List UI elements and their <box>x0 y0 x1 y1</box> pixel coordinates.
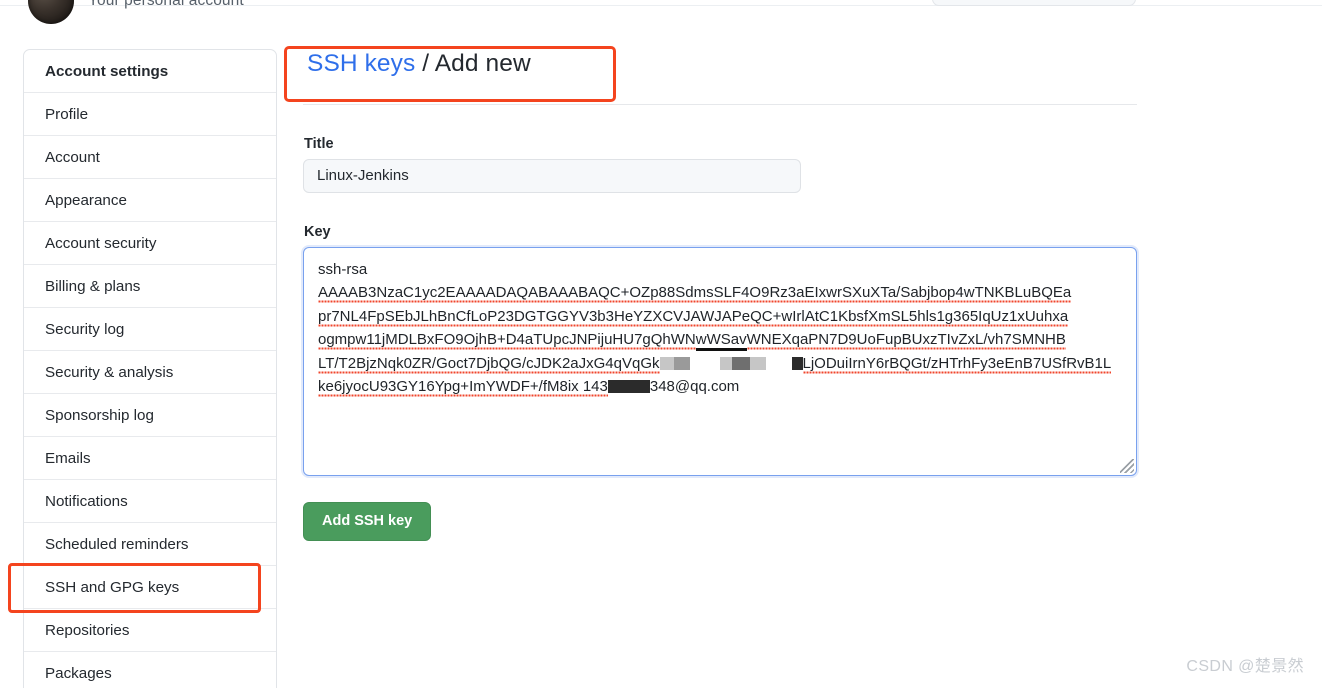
sidebar-item-label: Packages <box>45 665 112 682</box>
resize-handle-icon[interactable] <box>1120 458 1134 473</box>
sidebar-item-packages[interactable]: Packages <box>24 652 276 688</box>
sidebar-item-account-settings: Account settings <box>24 50 276 93</box>
sidebar-item-label: Appearance <box>45 191 127 209</box>
user-avatar[interactable] <box>28 0 74 24</box>
add-ssh-key-button[interactable]: Add SSH key <box>303 501 432 541</box>
sidebar-item-billing-plans[interactable]: Billing & plans <box>24 265 276 308</box>
sidebar-item-label: Notifications <box>45 492 128 510</box>
title-divider <box>303 103 1137 105</box>
redaction-block <box>731 356 750 370</box>
sidebar-item-ssh-and-gpg-keys[interactable]: SSH and GPG keys <box>24 566 276 609</box>
account-header: Your personal account <box>0 0 244 24</box>
key-line-1: ssh-rsa <box>318 258 1132 282</box>
sidebar-item-account-security[interactable]: Account security <box>24 222 276 265</box>
sidebar-item-appearance[interactable]: Appearance <box>24 179 276 222</box>
redaction-block <box>659 356 674 370</box>
page-title: SSH keys / Add new <box>303 44 1138 77</box>
sidebar-item-sponsorship-log[interactable]: Sponsorship log <box>24 394 276 437</box>
key-text-segment: AAAAB3NzaC1yc2EAAAADAQABAAABAQC+OZp88Sdm… <box>318 284 1072 304</box>
settings-sidebar: Account settings Profile Account Appeara… <box>23 49 277 688</box>
sidebar-item-label: Sponsorship log <box>45 406 154 424</box>
key-text-segment: pr7NL4FpSEbJLhBnCfLoP23DGTGGYV3b3HeYZXCV… <box>318 307 1069 327</box>
sidebar-item-scheduled-reminders[interactable]: Scheduled reminders <box>24 523 276 566</box>
redaction-block <box>673 356 690 370</box>
sidebar-item-label: Profile <box>45 105 89 123</box>
page-root: Your personal account Account settings P… <box>0 0 1322 688</box>
sidebar-item-security-analysis[interactable]: Security & analysis <box>24 351 276 394</box>
sidebar-item-label: Security log <box>45 320 125 338</box>
redaction-block <box>719 356 732 370</box>
sidebar-item-repositories[interactable]: Repositories <box>24 609 276 652</box>
key-field-label: Key <box>304 223 331 240</box>
sidebar-item-label: Repositories <box>45 621 130 639</box>
key-text-segment: LjODuiIrnY6rBQGt/zHTrhFy3eEnB7USfRvB1L <box>802 354 1112 374</box>
sidebar-item-label: Billing & plans <box>45 277 141 295</box>
title-field-label: Title <box>304 135 334 152</box>
key-text-segment: ke6jyocU93GY16Ypg+ImYWDF+/fM8ix 143 <box>318 378 608 398</box>
sidebar-item-label: Account <box>45 148 100 166</box>
account-label: Your personal account <box>88 0 244 9</box>
csdn-watermark: CSDN @楚景然 <box>1186 658 1304 675</box>
title-input[interactable] <box>303 158 801 193</box>
key-line-4: ogmpw11jMDLBxFO9OjhB+D4aTUpcJNPijuHU7gQh… <box>318 328 1132 352</box>
sidebar-item-notifications[interactable]: Notifications <box>24 480 276 523</box>
key-line-6: ke6jyocU93GY16Ypg+ImYWDF+/fM8ix 143 348@q… <box>318 375 1132 399</box>
key-text-segment-underlined: wWS <box>695 331 731 352</box>
sidebar-item-account[interactable]: Account <box>24 136 276 179</box>
redaction-block <box>791 356 803 370</box>
key-text-segment: ogmpw11jMDLBxFO9OjhB+D4aTUpcJNPijuHU7gQh… <box>318 331 696 351</box>
page-title-link[interactable]: SSH keys <box>307 50 415 77</box>
sidebar-item-label: Scheduled reminders <box>45 535 189 553</box>
key-textarea[interactable]: ssh-rsa AAAAB3NzaC1yc2EAAAADAQABAAABAQC+… <box>303 246 1137 476</box>
search-input[interactable] <box>932 0 1136 6</box>
key-text-segment: 348@qq.com <box>649 378 740 396</box>
sidebar-item-security-log[interactable]: Security log <box>24 308 276 351</box>
key-text-segment: WNEXqaPN7D9UoFupBUxzTIvZxL/vh7SMNHB <box>746 331 1066 351</box>
key-line-3: pr7NL4FpSEbJLhBnCfLoP23DGTGGYV3b3HeYZXCV… <box>318 305 1132 329</box>
sidebar-item-label: Account security <box>45 234 157 252</box>
page-title-separator: / <box>415 50 435 77</box>
key-text-segment-underlined: av <box>730 331 747 352</box>
redaction-block <box>749 356 766 370</box>
sidebar-item-emails[interactable]: Emails <box>24 437 276 480</box>
redaction-block <box>607 380 650 394</box>
sidebar-item-label: Emails <box>45 449 91 467</box>
sidebar-item-label: Security & analysis <box>45 363 174 381</box>
key-line-2: AAAAB3NzaC1yc2EAAAADAQABAAABAQC+OZp88Sdm… <box>318 281 1132 305</box>
main-content: SSH keys / Add new Title Key ssh-rsa AAA… <box>284 44 1138 541</box>
key-text-segment: ssh-rsa <box>318 260 368 278</box>
sidebar-item-label: SSH and GPG keys <box>45 578 180 596</box>
page-title-current: Add new <box>434 50 531 77</box>
sidebar-item-label: Account settings <box>45 62 169 80</box>
key-textarea-content: ssh-rsa AAAAB3NzaC1yc2EAAAADAQABAAABAQC+… <box>318 258 1132 400</box>
sidebar-item-profile[interactable]: Profile <box>24 93 276 136</box>
key-line-5: LT/T2BjzNqk0ZR/Goct7DjbQG/cJDK2aJxG4qVqG… <box>318 352 1132 376</box>
key-text-segment: LT/T2BjzNqk0ZR/Goct7DjbQG/cJDK2aJxG4qVqG… <box>318 354 660 374</box>
